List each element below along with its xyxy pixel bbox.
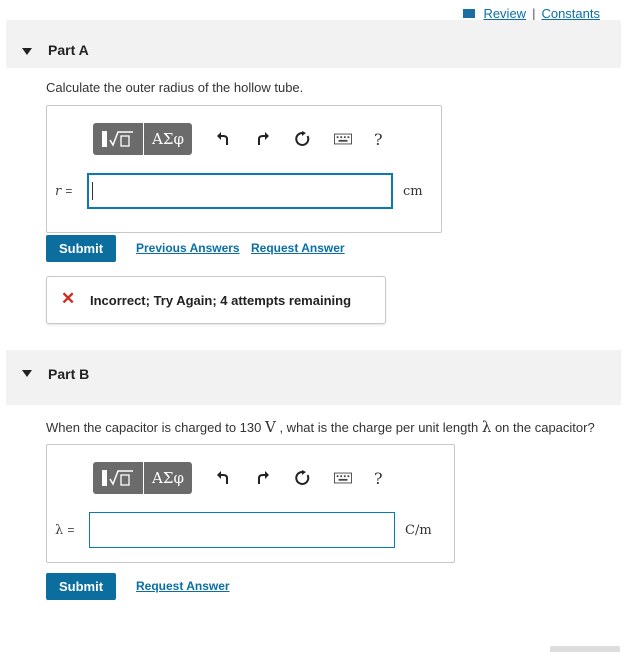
- part-b-unit: C/m: [405, 523, 432, 538]
- incorrect-x-icon: ✕: [61, 289, 76, 308]
- link-separator: |: [532, 6, 536, 21]
- feedback-box: ✕ Incorrect; Try Again; 4 attempts remai…: [46, 276, 386, 324]
- greek-symbols-button[interactable]: ΑΣφ: [144, 462, 192, 494]
- review-link[interactable]: Review: [483, 6, 526, 21]
- part-a-title: Part A: [48, 42, 89, 58]
- part-a-answer-box: ΑΣφ ? r = cm: [46, 105, 442, 233]
- templates-button[interactable]: [93, 462, 143, 494]
- part-a-header[interactable]: Part A: [6, 20, 621, 68]
- reset-icon[interactable]: [294, 469, 312, 487]
- question-middle: , what is the charge per unit length: [279, 420, 479, 435]
- variable-lambda: λ: [55, 523, 64, 538]
- part-b-question: When the capacitor is charged to 130 V ,…: [46, 418, 595, 436]
- help-button[interactable]: ?: [374, 130, 383, 149]
- redo-icon[interactable]: [254, 469, 272, 487]
- bottom-button-partial[interactable]: [550, 646, 620, 652]
- part-b-submit-button[interactable]: Submit: [46, 573, 116, 600]
- greek-symbols-button[interactable]: ΑΣφ: [144, 123, 192, 155]
- part-a-submit-button[interactable]: Submit: [46, 235, 116, 262]
- part-b-header[interactable]: Part B: [6, 350, 621, 405]
- collapse-triangle-icon[interactable]: [22, 48, 32, 55]
- part-b-request-answer-link[interactable]: Request Answer: [136, 579, 230, 593]
- part-a-answer-input[interactable]: [87, 173, 393, 209]
- part-b-answer-box: ΑΣφ ? λ = C/m: [46, 444, 455, 563]
- part-a-variable-label: r =: [55, 184, 72, 199]
- undo-icon[interactable]: [214, 130, 232, 148]
- part-b-variable-label: λ =: [55, 523, 74, 538]
- part-b-answer-input[interactable]: [89, 512, 395, 548]
- equals-sign: =: [67, 523, 75, 537]
- equals-sign: =: [65, 184, 73, 198]
- question-suffix: on the capacitor?: [494, 420, 595, 435]
- collapse-triangle-icon[interactable]: [22, 370, 32, 377]
- part-b-title: Part B: [48, 366, 90, 382]
- book-icon: [463, 9, 476, 18]
- previous-answers-link[interactable]: Previous Answers: [136, 241, 240, 255]
- keyboard-icon[interactable]: [334, 130, 352, 148]
- part-a-unit: cm: [403, 184, 423, 199]
- reset-icon[interactable]: [294, 130, 312, 148]
- templates-button[interactable]: [93, 123, 143, 155]
- top-links: Review | Constants: [463, 6, 600, 21]
- variable-r: r: [55, 184, 62, 199]
- part-a-toolbar: ΑΣφ ?: [93, 122, 383, 156]
- text-cursor: [92, 182, 93, 200]
- part-b-toolbar: ΑΣφ ?: [93, 461, 383, 495]
- question-prefix: When the capacitor is charged to 130: [46, 420, 262, 435]
- part-a-request-answer-link[interactable]: Request Answer: [251, 241, 345, 255]
- feedback-message: Incorrect; Try Again; 4 attempts remaini…: [90, 293, 352, 308]
- redo-icon[interactable]: [254, 130, 272, 148]
- templates-icon: [102, 131, 133, 147]
- templates-icon: [102, 470, 133, 486]
- question-unit-v: V: [264, 418, 276, 436]
- question-lambda: λ: [481, 418, 492, 436]
- constants-link[interactable]: Constants: [541, 6, 600, 21]
- keyboard-icon[interactable]: [334, 469, 352, 487]
- part-a-question: Calculate the outer radius of the hollow…: [46, 80, 304, 95]
- help-button[interactable]: ?: [374, 469, 383, 488]
- undo-icon[interactable]: [214, 469, 232, 487]
